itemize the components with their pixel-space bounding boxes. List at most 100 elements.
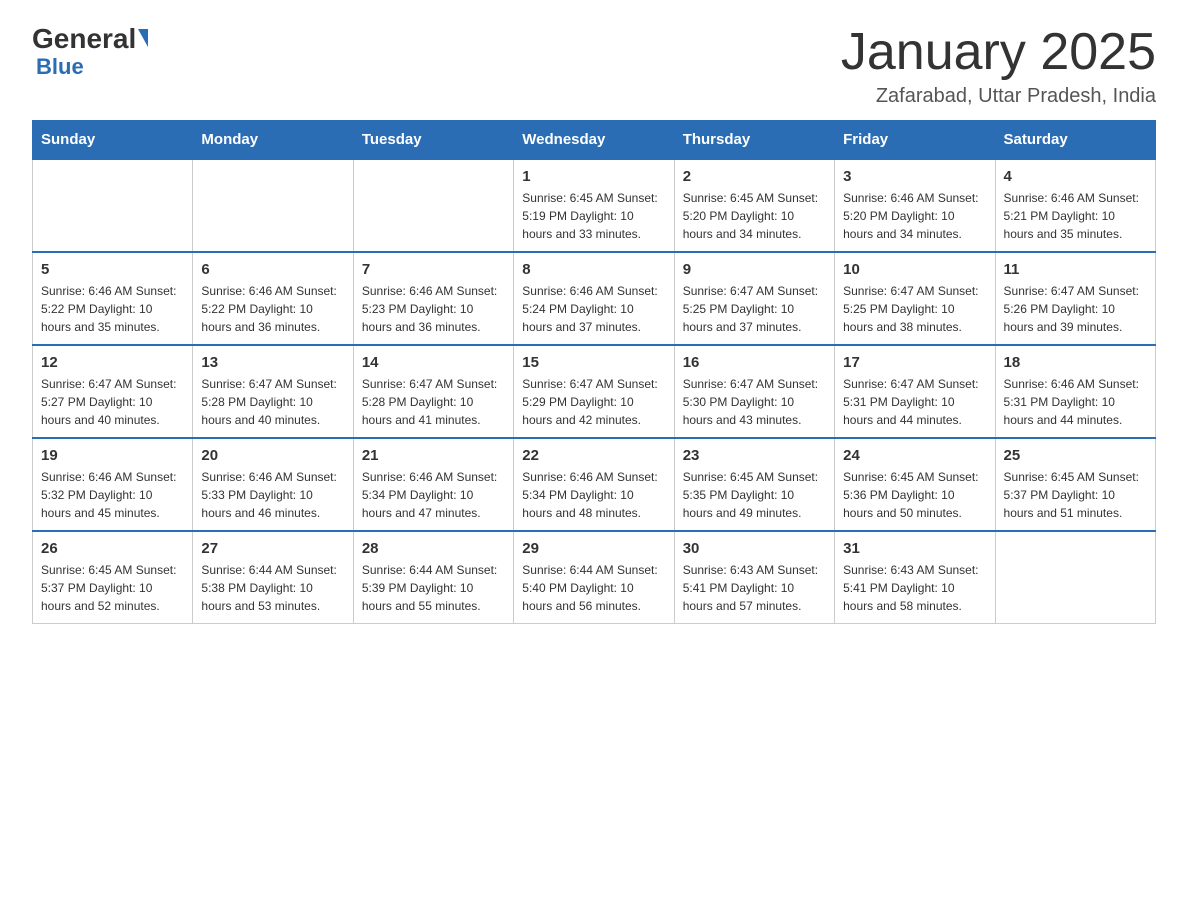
day-info: Sunrise: 6:43 AM Sunset: 5:41 PM Dayligh…	[843, 561, 986, 615]
day-number: 26	[41, 540, 184, 557]
day-number: 4	[1004, 168, 1147, 185]
day-number: 19	[41, 447, 184, 464]
calendar-cell	[353, 159, 513, 252]
calendar-cell: 24 Sunrise: 6:45 AM Sunset: 5:36 PM Dayli…	[835, 438, 995, 531]
day-info: Sunrise: 6:46 AM Sunset: 5:32 PM Dayligh…	[41, 468, 184, 522]
calendar-cell: 3Sunrise: 6:46 AM Sunset: 5:20 PM Daylig…	[835, 159, 995, 252]
calendar-cell: 20 Sunrise: 6:46 AM Sunset: 5:33 PM Dayli…	[193, 438, 353, 531]
day-number: 31	[843, 540, 986, 557]
day-number: 25	[1004, 447, 1147, 464]
day-info: Sunrise: 6:46 AM Sunset: 5:23 PM Dayligh…	[362, 282, 505, 336]
calendar-cell: 12 Sunrise: 6:47 AM Sunset: 5:27 PM Dayli…	[33, 345, 193, 438]
day-number: 20	[201, 447, 344, 464]
calendar-cell: 23 Sunrise: 6:45 AM Sunset: 5:35 PM Dayli…	[674, 438, 834, 531]
day-number: 30	[683, 540, 826, 557]
calendar-cell: 2 Sunrise: 6:45 AM Sunset: 5:20 PM Daylig…	[674, 159, 834, 252]
calendar-cell: 13Sunrise: 6:47 AM Sunset: 5:28 PM Dayli…	[193, 345, 353, 438]
col-friday: Friday	[835, 121, 995, 160]
day-info: Sunrise: 6:45 AM Sunset: 5:37 PM Dayligh…	[41, 561, 184, 615]
col-monday: Monday	[193, 121, 353, 160]
logo-triangle-icon	[138, 29, 148, 47]
calendar-cell: 31 Sunrise: 6:43 AM Sunset: 5:41 PM Dayli…	[835, 531, 995, 624]
day-info: Sunrise: 6:44 AM Sunset: 5:38 PM Dayligh…	[201, 561, 344, 615]
day-info: Sunrise: 6:47 AM Sunset: 5:28 PM Dayligh…	[201, 375, 344, 429]
day-info: Sunrise: 6:46 AM Sunset: 5:22 PM Dayligh…	[201, 282, 344, 336]
day-number: 22	[522, 447, 665, 464]
calendar-cell: 18 Sunrise: 6:46 AM Sunset: 5:31 PM Dayli…	[995, 345, 1155, 438]
calendar-title: January 2025	[841, 24, 1156, 81]
day-info: Sunrise: 6:47 AM Sunset: 5:26 PM Dayligh…	[1004, 282, 1147, 336]
calendar-cell: 6 Sunrise: 6:46 AM Sunset: 5:22 PM Daylig…	[193, 252, 353, 345]
col-tuesday: Tuesday	[353, 121, 513, 160]
day-number: 16	[683, 354, 826, 371]
logo: General Blue	[32, 24, 148, 79]
day-info: Sunrise: 6:44 AM Sunset: 5:40 PM Dayligh…	[522, 561, 665, 615]
calendar-cell: 26 Sunrise: 6:45 AM Sunset: 5:37 PM Dayli…	[33, 531, 193, 624]
page-header: General Blue January 2025 Zafarabad, Utt…	[32, 24, 1156, 108]
day-number: 14	[362, 354, 505, 371]
calendar-cell: 25 Sunrise: 6:45 AM Sunset: 5:37 PM Dayli…	[995, 438, 1155, 531]
day-number: 23	[683, 447, 826, 464]
day-info: Sunrise: 6:45 AM Sunset: 5:36 PM Dayligh…	[843, 468, 986, 522]
day-info: Sunrise: 6:46 AM Sunset: 5:22 PM Dayligh…	[41, 282, 184, 336]
calendar-table: Sunday Monday Tuesday Wednesday Thursday…	[32, 120, 1156, 624]
day-number: 1	[522, 168, 665, 185]
col-thursday: Thursday	[674, 121, 834, 160]
calendar-cell: 4 Sunrise: 6:46 AM Sunset: 5:21 PM Daylig…	[995, 159, 1155, 252]
day-number: 29	[522, 540, 665, 557]
day-number: 11	[1004, 261, 1147, 278]
calendar-week-2: 5Sunrise: 6:46 AM Sunset: 5:22 PM Daylig…	[33, 252, 1156, 345]
day-number: 24	[843, 447, 986, 464]
day-info: Sunrise: 6:46 AM Sunset: 5:24 PM Dayligh…	[522, 282, 665, 336]
calendar-cell: 29 Sunrise: 6:44 AM Sunset: 5:40 PM Dayli…	[514, 531, 674, 624]
logo-general-text: General	[32, 24, 136, 55]
day-info: Sunrise: 6:47 AM Sunset: 5:31 PM Dayligh…	[843, 375, 986, 429]
day-info: Sunrise: 6:47 AM Sunset: 5:27 PM Dayligh…	[41, 375, 184, 429]
day-info: Sunrise: 6:45 AM Sunset: 5:20 PM Dayligh…	[683, 189, 826, 243]
title-block: January 2025 Zafarabad, Uttar Pradesh, I…	[841, 24, 1156, 108]
col-saturday: Saturday	[995, 121, 1155, 160]
day-info: Sunrise: 6:46 AM Sunset: 5:21 PM Dayligh…	[1004, 189, 1147, 243]
calendar-cell: 22 Sunrise: 6:46 AM Sunset: 5:34 PM Dayli…	[514, 438, 674, 531]
day-info: Sunrise: 6:47 AM Sunset: 5:30 PM Dayligh…	[683, 375, 826, 429]
calendar-header-row: Sunday Monday Tuesday Wednesday Thursday…	[33, 121, 1156, 160]
day-info: Sunrise: 6:45 AM Sunset: 5:19 PM Dayligh…	[522, 189, 665, 243]
calendar-cell: 19 Sunrise: 6:46 AM Sunset: 5:32 PM Dayli…	[33, 438, 193, 531]
col-sunday: Sunday	[33, 121, 193, 160]
day-number: 6	[201, 261, 344, 278]
calendar-cell: 1 Sunrise: 6:45 AM Sunset: 5:19 PM Daylig…	[514, 159, 674, 252]
day-info: Sunrise: 6:47 AM Sunset: 5:25 PM Dayligh…	[843, 282, 986, 336]
day-info: Sunrise: 6:46 AM Sunset: 5:31 PM Dayligh…	[1004, 375, 1147, 429]
calendar-cell: 15Sunrise: 6:47 AM Sunset: 5:29 PM Dayli…	[514, 345, 674, 438]
calendar-week-1: 1 Sunrise: 6:45 AM Sunset: 5:19 PM Daylig…	[33, 159, 1156, 252]
day-number: 28	[362, 540, 505, 557]
calendar-cell: 30Sunrise: 6:43 AM Sunset: 5:41 PM Dayli…	[674, 531, 834, 624]
day-info: Sunrise: 6:44 AM Sunset: 5:39 PM Dayligh…	[362, 561, 505, 615]
calendar-subtitle: Zafarabad, Uttar Pradesh, India	[841, 85, 1156, 108]
day-info: Sunrise: 6:47 AM Sunset: 5:25 PM Dayligh…	[683, 282, 826, 336]
day-info: Sunrise: 6:45 AM Sunset: 5:35 PM Dayligh…	[683, 468, 826, 522]
calendar-cell	[995, 531, 1155, 624]
calendar-cell: 5Sunrise: 6:46 AM Sunset: 5:22 PM Daylig…	[33, 252, 193, 345]
calendar-week-3: 12 Sunrise: 6:47 AM Sunset: 5:27 PM Dayli…	[33, 345, 1156, 438]
day-number: 12	[41, 354, 184, 371]
day-number: 18	[1004, 354, 1147, 371]
day-number: 9	[683, 261, 826, 278]
calendar-cell: 9 Sunrise: 6:47 AM Sunset: 5:25 PM Daylig…	[674, 252, 834, 345]
day-info: Sunrise: 6:46 AM Sunset: 5:33 PM Dayligh…	[201, 468, 344, 522]
calendar-cell: 21Sunrise: 6:46 AM Sunset: 5:34 PM Dayli…	[353, 438, 513, 531]
day-info: Sunrise: 6:45 AM Sunset: 5:37 PM Dayligh…	[1004, 468, 1147, 522]
day-number: 2	[683, 168, 826, 185]
calendar-cell: 14 Sunrise: 6:47 AM Sunset: 5:28 PM Dayli…	[353, 345, 513, 438]
day-info: Sunrise: 6:46 AM Sunset: 5:20 PM Dayligh…	[843, 189, 986, 243]
calendar-cell	[193, 159, 353, 252]
day-number: 15	[522, 354, 665, 371]
day-info: Sunrise: 6:47 AM Sunset: 5:28 PM Dayligh…	[362, 375, 505, 429]
day-number: 27	[201, 540, 344, 557]
day-number: 10	[843, 261, 986, 278]
day-info: Sunrise: 6:46 AM Sunset: 5:34 PM Dayligh…	[362, 468, 505, 522]
day-info: Sunrise: 6:46 AM Sunset: 5:34 PM Dayligh…	[522, 468, 665, 522]
calendar-week-5: 26 Sunrise: 6:45 AM Sunset: 5:37 PM Dayli…	[33, 531, 1156, 624]
calendar-cell	[33, 159, 193, 252]
calendar-cell: 28 Sunrise: 6:44 AM Sunset: 5:39 PM Dayli…	[353, 531, 513, 624]
